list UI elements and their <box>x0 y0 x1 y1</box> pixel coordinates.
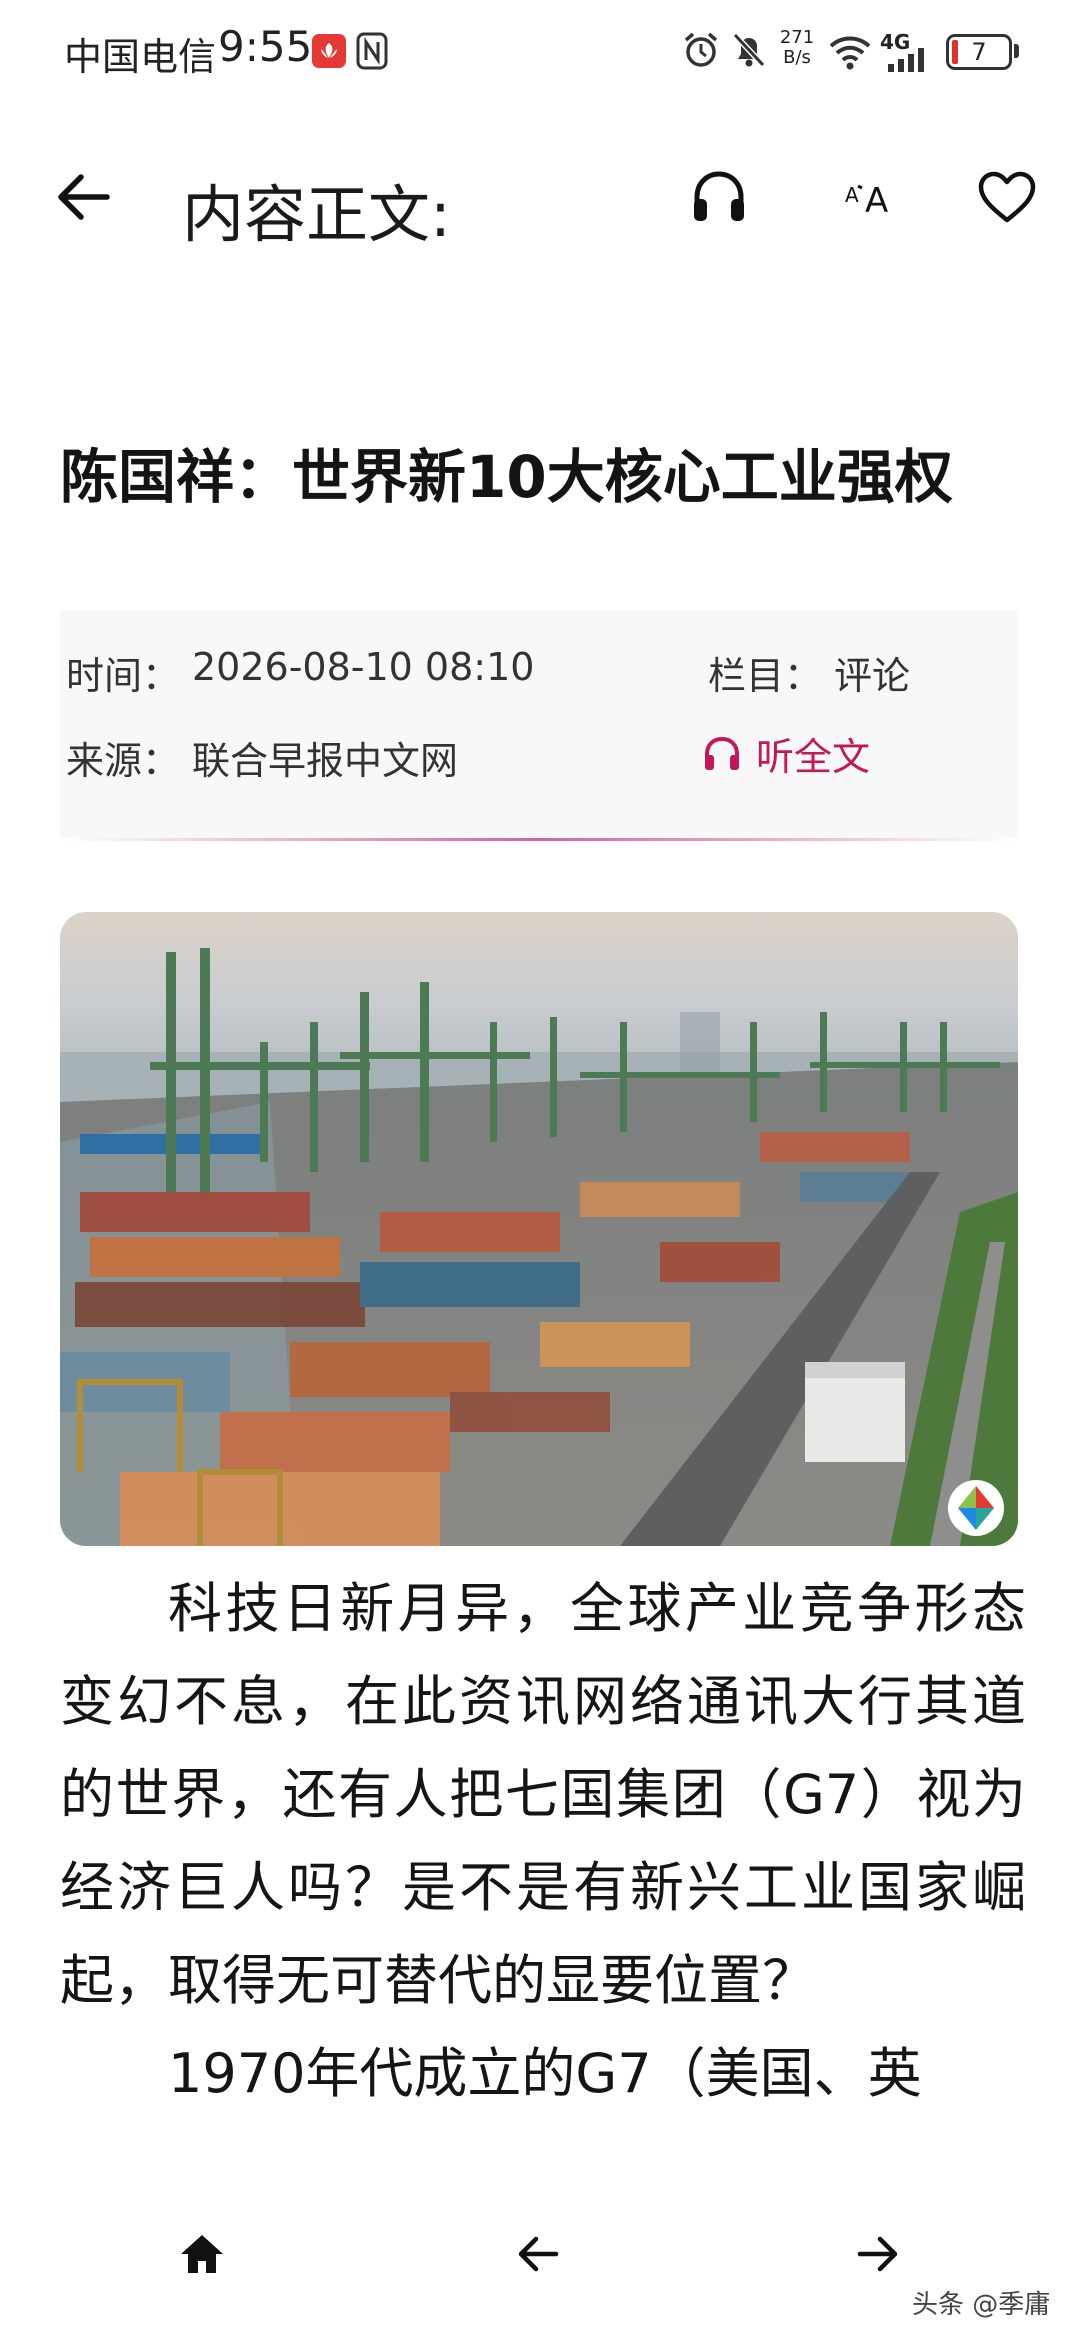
carrier-name: 中国电信 <box>64 35 217 79</box>
status-bar: 中国电信 9:55 271 B/s 4G 7 <box>0 0 1080 105</box>
wifi-icon <box>828 34 872 74</box>
meta-divider <box>60 838 1018 841</box>
source-value: 联合早报中文网 <box>192 739 459 783</box>
arrow-left-icon <box>518 2236 559 2272</box>
container-port-photo <box>60 912 1018 1546</box>
column-label: 栏目： <box>708 654 823 698</box>
page-title: 内容正文: <box>182 178 451 251</box>
battery-tip <box>1014 44 1019 58</box>
previous-article-button[interactable] <box>502 2218 574 2290</box>
article-title: 陈国祥：世界新10大核心工业强权 <box>60 443 953 511</box>
nfc-icon <box>356 32 388 74</box>
font-size-button[interactable]: AA <box>834 160 908 234</box>
favorite-button[interactable] <box>970 160 1044 234</box>
next-article-button[interactable] <box>842 2218 914 2290</box>
status-time: 9:55 <box>218 22 313 71</box>
alarm-icon <box>682 30 720 74</box>
source-label: 来源： <box>66 739 181 783</box>
network-speed-value: 271 <box>779 27 815 48</box>
heart-icon <box>978 171 1036 223</box>
network-speed-unit: B/s <box>783 47 811 68</box>
listen-full-article-button[interactable]: 听全文 <box>702 726 870 781</box>
battery-icon: 7 <box>946 34 1012 70</box>
source-logo-icon <box>946 1478 1006 1538</box>
arrow-right-icon <box>857 2236 898 2272</box>
article-image <box>60 912 1018 1546</box>
headphones-icon <box>705 736 739 770</box>
headphones-icon <box>694 171 744 221</box>
network-speed: 271 B/s <box>774 28 820 68</box>
svg-text:A: A <box>865 181 888 221</box>
publish-time: 2026-08-10 08:10 <box>192 645 535 689</box>
battery-level: 7 <box>971 38 987 66</box>
back-button[interactable] <box>46 160 120 234</box>
bell-muted-icon <box>730 30 768 74</box>
watermark-text: 头条 @季庸 <box>912 2290 1051 2320</box>
article-paragraph: 科技日新月异，全球产业竞争形态变幻不息，在此资讯网络通讯大行其道的世界，还有人把… <box>60 1577 1026 2012</box>
listen-button[interactable] <box>682 160 756 234</box>
time-label: 时间： <box>66 654 181 698</box>
home-icon <box>181 2235 223 2273</box>
arrow-left-icon <box>58 174 110 220</box>
article-body: 科技日新月异，全球产业竞争形态变幻不息，在此资讯网络通讯大行其道的世界，还有人把… <box>60 1562 1026 2180</box>
svg-text:A: A <box>845 183 859 207</box>
column-value: 评论 <box>834 654 911 698</box>
signal-icon <box>888 48 932 76</box>
huawei-app-icon <box>312 34 346 72</box>
article-paragraph: 1970年代成立的G7（美国、英 <box>168 2042 922 2105</box>
listen-full-label: 听全文 <box>756 735 871 779</box>
home-button[interactable] <box>166 2218 238 2290</box>
font-size-icon: AA <box>845 181 888 221</box>
